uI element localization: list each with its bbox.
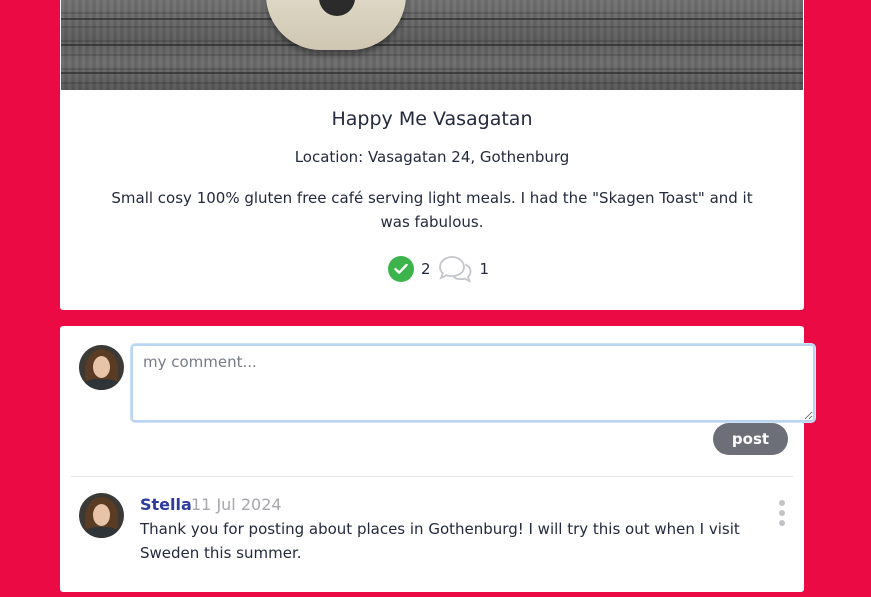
- current-user-avatar[interactable]: [79, 345, 124, 390]
- approvals-count: 2: [421, 260, 431, 278]
- post-image: [61, 0, 803, 90]
- post-description: Small cosy 100% gluten free café serving…: [111, 189, 753, 231]
- comments-card: post Stella 11 Jul 2024 Thank you for po…: [60, 326, 815, 592]
- divider: [71, 476, 793, 477]
- comment-text: Thank you for posting about places in Go…: [140, 520, 740, 562]
- comment-author[interactable]: Stella: [140, 495, 192, 514]
- post-location: Location: Vasagatan 24, Gothenburg: [294, 148, 570, 166]
- comments-icon[interactable]: [437, 255, 473, 283]
- comments-count: 1: [479, 260, 490, 278]
- comment-input[interactable]: [131, 344, 815, 422]
- more-vertical-icon[interactable]: [777, 500, 787, 526]
- check-circle-icon[interactable]: [388, 256, 414, 282]
- post-comment-button[interactable]: post: [713, 423, 788, 455]
- post-card: Happy Me Vasagatan Location: Vasagatan 2…: [60, 0, 804, 310]
- comment-author-avatar[interactable]: [79, 493, 124, 538]
- comment-date: 11 Jul 2024: [191, 495, 282, 514]
- post-title: Happy Me Vasagatan: [331, 108, 533, 130]
- post-stats: 2 1: [388, 255, 495, 283]
